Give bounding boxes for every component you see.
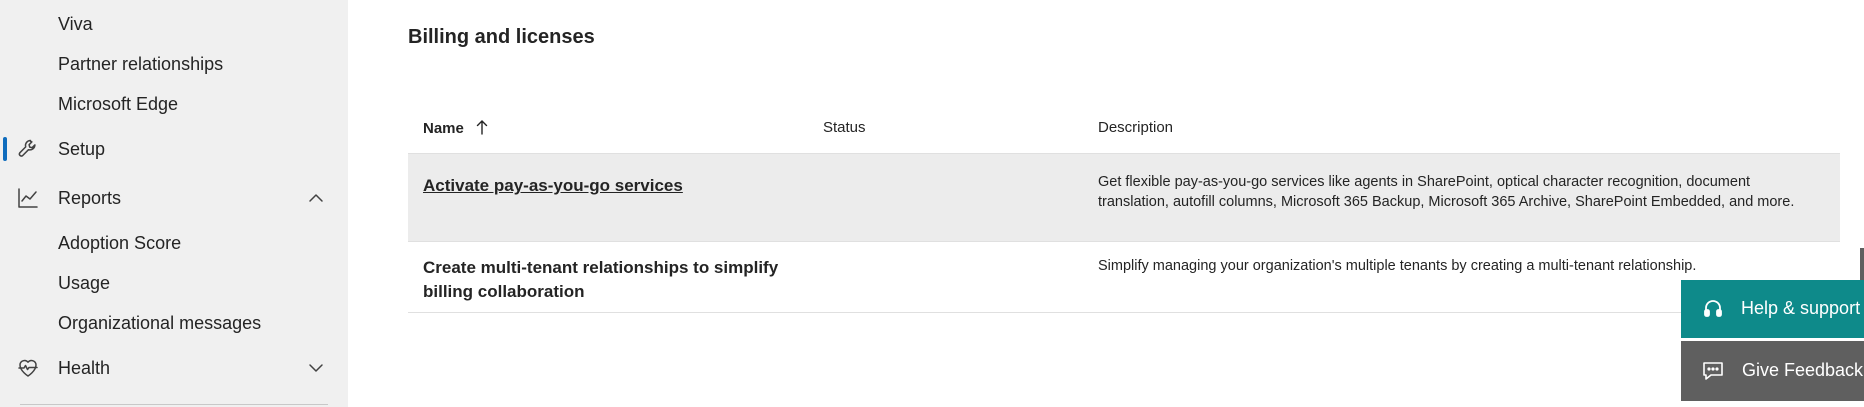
sidebar-item-label: Setup: [58, 138, 106, 159]
sidebar-item-partner-relationships[interactable]: Partner relationships: [0, 44, 348, 84]
main-content: Billing and licenses Name Status Descrip…: [348, 0, 1864, 407]
table-row[interactable]: Create multi-tenant relationships to sim…: [408, 242, 1840, 313]
sidebar-item-setup[interactable]: Setup: [0, 129, 348, 169]
column-header-name[interactable]: Name: [423, 119, 488, 139]
sidebar-item-label: Health: [58, 357, 111, 378]
column-header-status[interactable]: Status: [823, 119, 866, 136]
row-description: Get flexible pay-as-you-go services like…: [1098, 174, 1795, 210]
sidebar-item-microsoft-edge[interactable]: Microsoft Edge: [0, 84, 348, 124]
section-title: Billing and licenses: [408, 26, 595, 48]
give-feedback-label: Give Feedback: [1742, 360, 1864, 380]
column-header-label: Description: [1098, 119, 1174, 136]
table-row[interactable]: Activate pay-as-you-go services Get flex…: [408, 154, 1840, 242]
chart-icon: [16, 186, 40, 210]
arrow-up-icon: [476, 119, 488, 139]
headset-icon: [1701, 297, 1725, 326]
heart-pulse-icon: [16, 356, 40, 380]
sidebar-item-label: Microsoft Edge: [58, 93, 179, 114]
row-description: Simplify managing your organization's mu…: [1098, 258, 1697, 274]
row-name-link[interactable]: Activate pay-as-you-go services: [423, 174, 683, 198]
sidebar-divider: [20, 404, 328, 405]
sidebar-item-usage[interactable]: Usage: [0, 263, 348, 303]
sidebar-item-health[interactable]: Health: [0, 348, 348, 388]
column-header-label: Name: [423, 120, 464, 137]
help-support-button[interactable]: Help & support: [1681, 280, 1864, 338]
sidebar-item-label: Viva: [58, 13, 93, 34]
sidebar-item-label: Reports: [58, 187, 122, 208]
feedback-icon: [1701, 359, 1725, 388]
sidebar-item-viva[interactable]: Viva: [0, 4, 348, 44]
sidebar-item-label: Adoption Score: [58, 232, 182, 253]
give-feedback-button[interactable]: Give Feedback: [1681, 341, 1864, 401]
sidebar-nav: Viva Partner relationships Microsoft Edg…: [0, 0, 348, 407]
wrench-icon: [16, 137, 40, 161]
sidebar-item-reports[interactable]: Reports: [0, 178, 348, 218]
sidebar-item-adoption-score[interactable]: Adoption Score: [0, 223, 348, 263]
chevron-up-icon[interactable]: [306, 188, 326, 208]
column-header-description[interactable]: Description: [1098, 119, 1173, 136]
sidebar-item-organizational-messages[interactable]: Organizational messages: [0, 303, 348, 343]
row-name[interactable]: Create multi-tenant relationships to sim…: [423, 256, 803, 304]
app-root: Viva Partner relationships Microsoft Edg…: [0, 0, 1864, 407]
sidebar-item-label: Organizational messages: [58, 312, 262, 333]
active-indicator: [3, 137, 7, 161]
column-header-label: Status: [823, 119, 866, 136]
sidebar-item-label: Partner relationships: [58, 53, 224, 74]
chevron-down-icon[interactable]: [306, 358, 326, 378]
help-support-label: Help & support: [1741, 298, 1861, 318]
billing-table: Name Status Description Activate pay-as-…: [408, 106, 1840, 313]
sidebar-item-label: Usage: [58, 272, 111, 293]
table-header: Name Status Description: [408, 106, 1840, 154]
